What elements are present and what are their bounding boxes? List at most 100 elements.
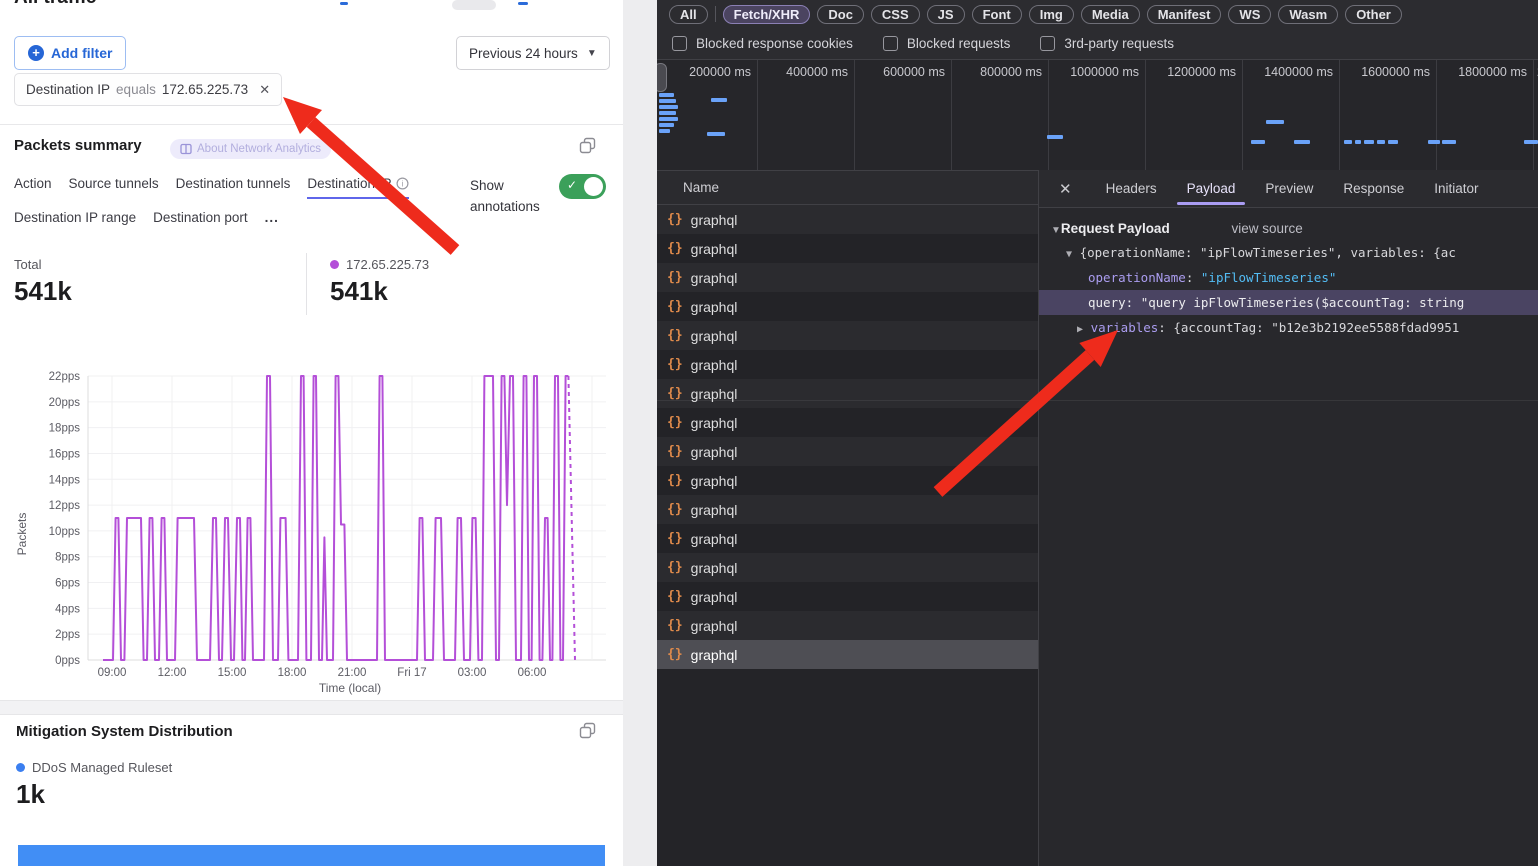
request-row[interactable]: {}graphql: [657, 379, 1038, 408]
checkbox-label: 3rd-party requests: [1064, 36, 1174, 51]
timeline-drag-handle[interactable]: [657, 63, 667, 92]
timeline-tick-label: 1200000 ms: [1167, 65, 1242, 79]
remove-filter-icon[interactable]: ✕: [259, 82, 270, 98]
filter-pill-manifest[interactable]: Manifest: [1147, 5, 1222, 24]
svg-text:18pps: 18pps: [49, 423, 81, 435]
expand-card-icon[interactable]: [579, 722, 596, 739]
summary-tab-source-tunnels[interactable]: Source tunnels: [69, 176, 159, 199]
summary-tab-destination-port[interactable]: Destination port: [153, 210, 248, 233]
filter-pill-wasm[interactable]: Wasm: [1278, 5, 1338, 24]
mitigation-value: 1k: [16, 779, 172, 810]
summary-tab-destination-ip-range[interactable]: Destination IP range: [14, 210, 136, 233]
request-row[interactable]: {}graphql: [657, 234, 1038, 263]
filter-pill-all[interactable]: All: [669, 5, 708, 24]
payload-variables-line[interactable]: ▶ variables: {accountTag: "b12e3b2192ee5…: [1039, 315, 1538, 340]
payload-query-line[interactable]: query: "query ipFlowTimeseries($accountT…: [1039, 290, 1538, 315]
waterfall-request-bar: [1388, 140, 1398, 144]
expand-triangle-icon[interactable]: ▶: [1077, 324, 1083, 335]
svg-text:Time (local): Time (local): [319, 681, 381, 695]
fetch-json-icon: {}: [667, 589, 683, 604]
payload-preview-line[interactable]: ▼ {operationName: "ipFlowTimeseries", va…: [1039, 240, 1538, 265]
filter-pill-doc[interactable]: Doc: [817, 5, 864, 24]
show-annotations-toggle[interactable]: ✓: [559, 174, 606, 199]
request-row[interactable]: {}graphql: [657, 350, 1038, 379]
request-row[interactable]: {}graphql: [657, 640, 1038, 669]
time-range-dropdown[interactable]: Previous 24 hours ▼: [456, 36, 610, 70]
detail-tab-response[interactable]: Response: [1341, 172, 1406, 205]
detail-tab-initiator[interactable]: Initiator: [1432, 172, 1480, 205]
filter-pill-js[interactable]: JS: [927, 5, 965, 24]
clipped-toolbar-glyph: [340, 2, 348, 5]
summary-tab-action[interactable]: Action: [14, 176, 52, 199]
request-row[interactable]: {}graphql: [657, 437, 1038, 466]
request-row[interactable]: {}graphql: [657, 321, 1038, 350]
filter-pill-css[interactable]: CSS: [871, 5, 920, 24]
name-column-header[interactable]: Name: [657, 170, 1038, 205]
waterfall-request-bar: [1524, 140, 1538, 144]
filter-pill-fetchxhr[interactable]: Fetch/XHR: [723, 5, 811, 24]
request-payload-header[interactable]: ▼Request Payload view source: [1039, 208, 1538, 240]
expand-card-icon[interactable]: [579, 137, 596, 154]
request-row[interactable]: {}graphql: [657, 611, 1038, 640]
request-name: graphql: [691, 415, 738, 431]
request-row[interactable]: {} graphql: [657, 408, 1038, 437]
waterfall-request-bar: [1364, 140, 1374, 144]
request-row[interactable]: {}graphql: [657, 582, 1038, 611]
collapse-triangle-icon[interactable]: ▼: [1051, 225, 1061, 236]
filter-pill-other[interactable]: Other: [1345, 5, 1402, 24]
request-row[interactable]: {}graphql: [657, 205, 1038, 234]
add-filter-button[interactable]: + Add filter: [14, 36, 126, 70]
request-row[interactable]: {} graphql: [657, 292, 1038, 321]
tab-label: Destination tunnels: [176, 176, 291, 191]
name-column-label: Name: [683, 180, 719, 195]
filter-pill-font[interactable]: Font: [972, 5, 1022, 24]
request-row[interactable]: {}graphql: [657, 466, 1038, 495]
request-name: graphql: [691, 560, 738, 576]
detail-tab-payload[interactable]: Payload: [1185, 172, 1238, 205]
svg-text:21:00: 21:00: [338, 667, 367, 679]
book-icon: [180, 143, 192, 155]
detail-tab-headers[interactable]: Headers: [1104, 172, 1159, 205]
fetch-json-icon: {}: [667, 299, 683, 314]
timeline-gridline: [854, 60, 855, 170]
payload-operation-line[interactable]: operationName: "ipFlowTimeseries": [1039, 265, 1538, 290]
request-name: graphql: [691, 299, 738, 315]
checkbox-blocked-response-cookies[interactable]: Blocked response cookies: [672, 36, 853, 51]
waterfall-request-bar: [659, 111, 676, 115]
checkbox-box[interactable]: [672, 36, 687, 51]
filter-operator: equals: [116, 82, 156, 97]
about-network-analytics-badge[interactable]: About Network Analytics: [170, 139, 331, 159]
filter-pill-ws[interactable]: WS: [1228, 5, 1271, 24]
request-row[interactable]: {}graphql: [657, 553, 1038, 582]
divider: [715, 6, 716, 22]
checkbox-blocked-requests[interactable]: Blocked requests: [883, 36, 1011, 51]
request-row[interactable]: {}graphql: [657, 524, 1038, 553]
checkbox-box[interactable]: [883, 36, 898, 51]
summary-tab-destination-tunnels[interactable]: Destination tunnels: [176, 176, 291, 199]
svg-text:18:00: 18:00: [278, 667, 307, 679]
request-row[interactable]: {}graphql: [657, 495, 1038, 524]
request-row[interactable]: {}graphql: [657, 263, 1038, 292]
mitigation-legend-label: DDoS Managed Ruleset: [32, 760, 172, 775]
view-source-link[interactable]: view source: [1231, 221, 1302, 236]
checkbox-3rd-party-requests[interactable]: 3rd-party requests: [1040, 36, 1174, 51]
filter-pill-img[interactable]: Img: [1029, 5, 1074, 24]
expand-triangle-icon[interactable]: ▼: [1066, 249, 1072, 260]
waterfall-request-bar: [659, 105, 678, 109]
packets-summary-title: Packets summary: [14, 137, 142, 154]
timeline-gridline: [1436, 60, 1437, 170]
svg-text:0pps: 0pps: [55, 655, 80, 667]
detail-tab-preview[interactable]: Preview: [1263, 172, 1315, 205]
tab-label: Action: [14, 176, 52, 191]
filter-chip[interactable]: Destination IP equals 172.65.225.73 ✕: [14, 73, 282, 106]
filter-pill-media[interactable]: Media: [1081, 5, 1140, 24]
analytics-panel: All traffic + Add filter Previous 24 hou…: [0, 0, 623, 866]
checkbox-box[interactable]: [1040, 36, 1055, 51]
network-timeline-ruler[interactable]: 200000 ms400000 ms600000 ms800000 ms1000…: [657, 60, 1538, 170]
timeline-tick-label: 1000000 ms: [1070, 65, 1145, 79]
summary-tab-destination-ip[interactable]: Destination IPi: [307, 176, 409, 199]
waterfall-request-bar: [659, 123, 674, 127]
close-detail-panel-icon[interactable]: ✕: [1053, 180, 1078, 198]
fetch-json-icon: {}: [667, 415, 683, 430]
summary-tabs-more-button[interactable]: ...: [265, 210, 279, 233]
